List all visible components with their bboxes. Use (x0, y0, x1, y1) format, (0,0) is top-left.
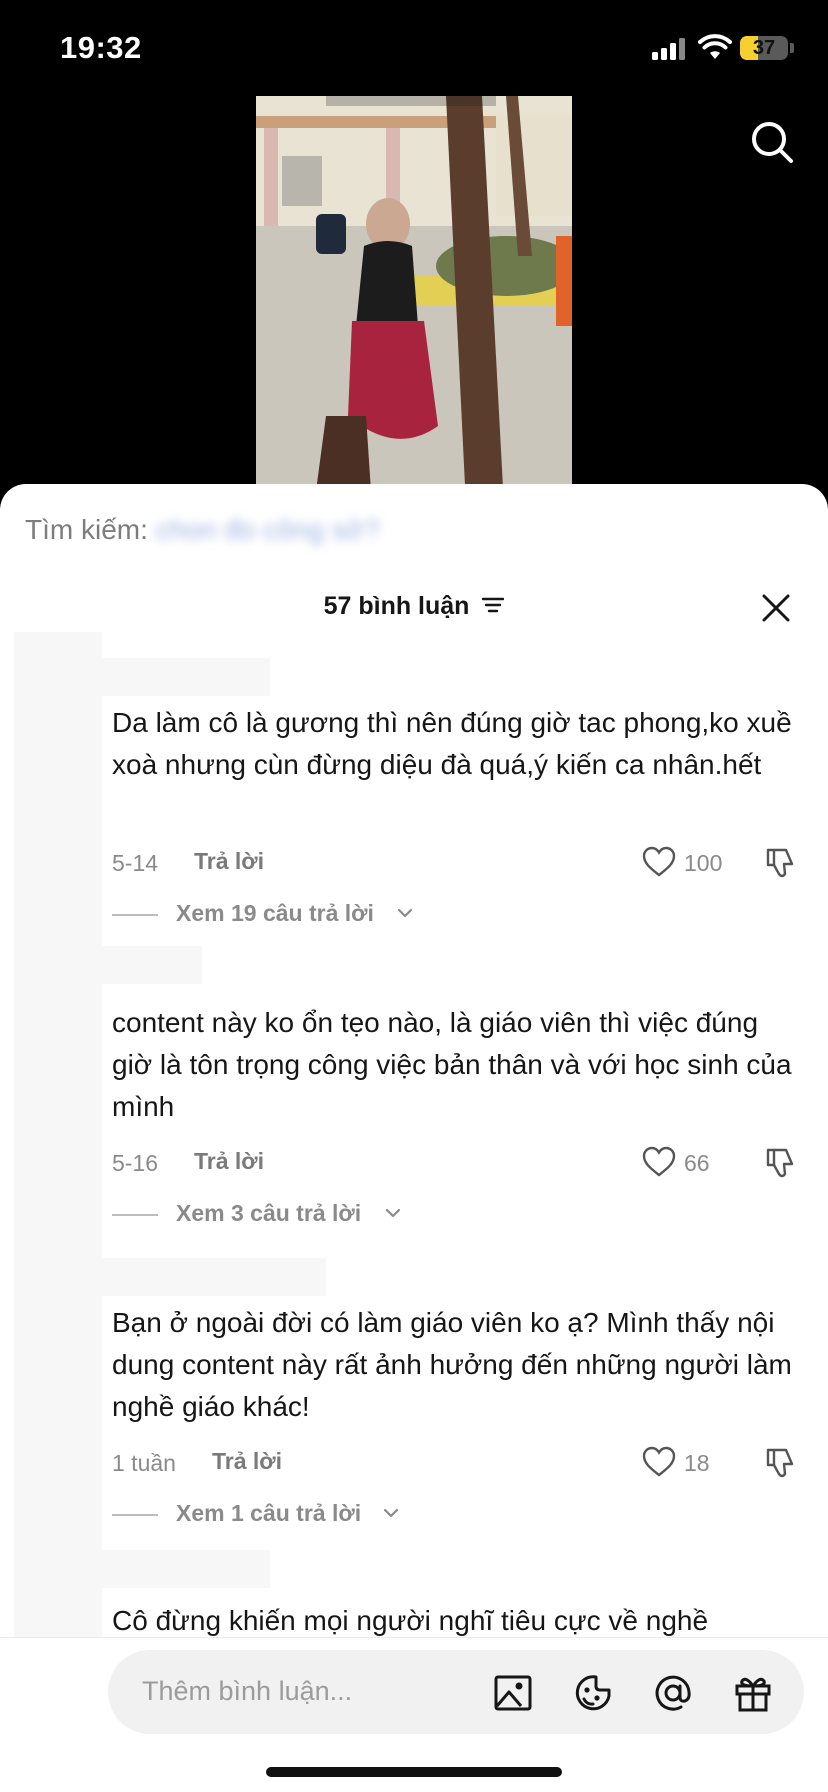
comment-input[interactable]: Thêm bình luận... (108, 1650, 804, 1734)
comment-item: Da làm cô là gương thì nên đúng giờ tac … (112, 702, 802, 786)
comment-item: Bạn ở ngoài đời có làm giáo viên ko ạ? M… (112, 1302, 802, 1428)
like-count: 18 (684, 1450, 710, 1476)
comment-meta: 5-16 Trả lời 66 (112, 1146, 802, 1182)
thumbs-down-icon[interactable] (762, 1446, 796, 1480)
search-suggestion[interactable]: Tìm kiếm: chon đo công sở? (25, 514, 380, 546)
sort-icon[interactable] (482, 596, 505, 614)
battery-indicator: 37 (740, 36, 788, 60)
reply-button[interactable]: Trả lời (212, 1448, 282, 1475)
gift-icon[interactable] (732, 1672, 774, 1714)
comment-date: 5-14 (112, 850, 159, 876)
chevron-down-icon (383, 1508, 399, 1518)
replies-divider (112, 1514, 158, 1516)
image-icon[interactable] (492, 1672, 534, 1714)
obscured-username (76, 946, 202, 984)
chevron-down-icon (397, 908, 413, 918)
reply-button[interactable]: Trả lời (194, 848, 264, 875)
signal-icon (652, 38, 688, 60)
status-bar: 19:32 37 (0, 0, 828, 100)
view-replies-label: Xem 1 câu trả lời (176, 1500, 362, 1526)
search-suggestion-query[interactable]: chon đo công sở? (156, 514, 380, 546)
thumbs-down-icon[interactable] (762, 1146, 796, 1180)
obscured-avatar-column (14, 632, 102, 1792)
status-time: 19:32 (60, 30, 142, 65)
view-replies-button[interactable]: Xem 1 câu trả lời (112, 1498, 422, 1530)
comment-meta: 1 tuần Trả lời 18 (112, 1446, 802, 1482)
video-player[interactable] (256, 96, 572, 506)
reply-button[interactable]: Trả lời (194, 1148, 264, 1175)
heart-icon[interactable] (642, 846, 676, 878)
obscured-username (76, 1550, 270, 1588)
comment-input-placeholder[interactable]: Thêm bình luận... (142, 1676, 352, 1707)
search-icon[interactable] (748, 118, 796, 166)
comments-count: 57 bình luận (323, 592, 470, 620)
home-indicator (266, 1767, 562, 1777)
thumbs-down-icon[interactable] (762, 846, 796, 880)
emoji-icon[interactable] (572, 1672, 614, 1714)
comment-text: Da làm cô là gương thì nên đúng giờ tac … (112, 707, 792, 780)
comment-item: content này ko ổn tẹo nào, là giáo viên … (112, 1002, 802, 1128)
battery-level: 37 (752, 37, 776, 59)
obscured-username (76, 658, 270, 696)
comment-date: 1 tuần (112, 1450, 176, 1476)
like-count: 100 (684, 850, 723, 876)
view-replies-button[interactable]: Xem 19 câu trả lời (112, 898, 432, 930)
comments-sheet: Tìm kiếm: chon đo công sở? 57 bình luận D… (0, 484, 828, 1792)
heart-icon[interactable] (642, 1446, 676, 1478)
obscured-username (76, 1258, 326, 1296)
battery-cap (790, 43, 794, 53)
comment-text: Bạn ở ngoài đời có làm giáo viên ko ạ? M… (112, 1307, 792, 1422)
like-count: 66 (684, 1150, 710, 1176)
comment-text: Cô đừng khiến mọi người nghĩ tiêu cực về… (112, 1605, 709, 1636)
close-icon[interactable] (760, 592, 792, 624)
wifi-icon (698, 34, 732, 59)
view-replies-label: Xem 3 câu trả lời (176, 1200, 362, 1226)
heart-icon[interactable] (642, 1146, 676, 1178)
comment-text: content này ko ổn tẹo nào, là giáo viên … (112, 1007, 792, 1122)
video-frame (256, 96, 572, 506)
replies-divider (112, 914, 158, 916)
view-replies-label: Xem 19 câu trả lời (176, 900, 374, 926)
search-suggestion-label: Tìm kiếm: (25, 514, 148, 545)
chevron-down-icon (385, 1208, 401, 1218)
replies-divider (112, 1214, 158, 1216)
comment-meta: 5-14 Trả lời 100 (112, 846, 802, 882)
at-icon[interactable] (652, 1672, 694, 1714)
view-replies-button[interactable]: Xem 3 câu trả lời (112, 1198, 422, 1230)
comments-count-title: 57 bình luận (0, 592, 828, 621)
comment-input-bar: Thêm bình luận... (0, 1637, 828, 1792)
comment-item: Cô đừng khiến mọi người nghĩ tiêu cực về… (112, 1600, 802, 1642)
comment-date: 5-16 (112, 1150, 159, 1176)
